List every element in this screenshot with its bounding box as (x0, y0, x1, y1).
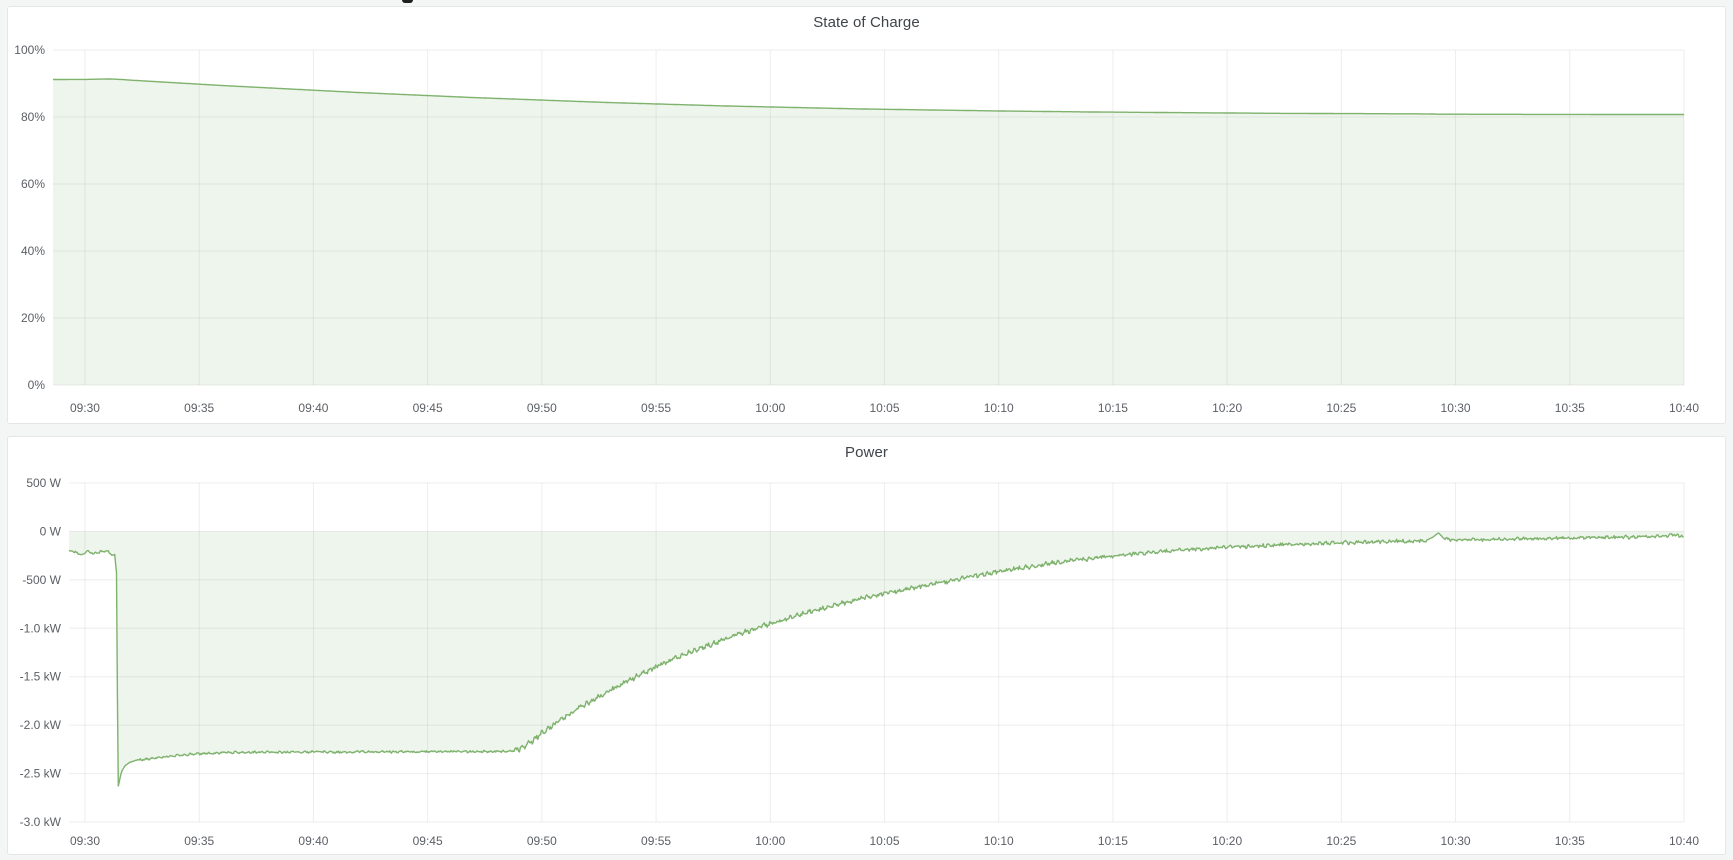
x-tick-label: 10:20 (1212, 834, 1242, 848)
x-tick-label: 10:05 (869, 834, 899, 848)
x-tick-label: 10:05 (869, 401, 899, 415)
y-tick-label: 0 W (40, 524, 62, 538)
x-tick-label: 10:40 (1669, 834, 1699, 848)
x-tick-label: 09:30 (70, 834, 100, 848)
y-tick-label: -500 W (22, 573, 61, 587)
dashboard: State of Charge 100%80%60%40%20%0%09:300… (0, 0, 1733, 860)
x-tick-label: 09:35 (184, 834, 214, 848)
x-tick-label: 10:20 (1212, 401, 1242, 415)
x-tick-label: 09:50 (527, 401, 557, 415)
state-of-charge-chart[interactable]: 100% 80% 60% 40% 20% 0% 09:30 09:35 09:40 09:45 09… (8, 7, 1725, 423)
y-tick-label: -2.0 kW (20, 718, 62, 732)
series-fill (53, 79, 1684, 385)
x-tick-label: 09:55 (641, 834, 671, 848)
y-tick-label: -1.5 kW (20, 670, 62, 684)
y-tick-label: -1.0 kW (20, 621, 62, 635)
x-tick-label: 09:45 (413, 834, 443, 848)
x-tick-label: 09:40 (298, 401, 328, 415)
y-tick-label: 0% (28, 378, 46, 392)
x-tick-label: 09:40 (298, 834, 328, 848)
panel-power: Power 500 W0 W-500 W-1.0 kW-1.5 kW-2.0 k… (7, 436, 1726, 855)
x-tick-label: 10:15 (1098, 834, 1128, 848)
y-tick-label: 60% (21, 177, 45, 191)
x-tick-label: 10:15 (1098, 401, 1128, 415)
x-tick-label: 10:30 (1441, 401, 1471, 415)
panel-state-of-charge: State of Charge 100%80%60%40%20%0%09:300… (7, 6, 1726, 424)
y-tick-label: -3.0 kW (20, 815, 62, 829)
x-tick-label: 10:00 (755, 401, 785, 415)
power-chart[interactable]: 500 W 0 W -500 W -1.0 kW -1.5 kW -2.0 kW -2.5 … (8, 437, 1725, 854)
y-tick-label: 500 W (26, 476, 61, 490)
x-tick-label: 09:45 (413, 401, 443, 415)
series-fill (69, 531, 1684, 786)
y-tick-label: 40% (21, 244, 45, 258)
y-tick-label: 20% (21, 311, 45, 325)
screen-edge-artifact (402, 0, 413, 3)
y-tick-label: 80% (21, 110, 45, 124)
x-tick-label: 10:10 (984, 834, 1014, 848)
y-tick-label: 100% (14, 43, 45, 57)
x-tick-label: 10:00 (755, 834, 785, 848)
x-tick-label: 10:30 (1441, 834, 1471, 848)
x-tick-label: 10:35 (1555, 834, 1585, 848)
x-tick-label: 10:25 (1326, 401, 1356, 415)
x-tick-label: 09:30 (70, 401, 100, 415)
x-tick-label: 09:55 (641, 401, 671, 415)
x-tick-label: 10:25 (1326, 834, 1356, 848)
x-tick-label: 10:40 (1669, 401, 1699, 415)
x-tick-label: 10:35 (1555, 401, 1585, 415)
x-tick-label: 09:50 (527, 834, 557, 848)
x-tick-label: 10:10 (984, 401, 1014, 415)
x-tick-label: 09:35 (184, 401, 214, 415)
y-tick-label: -2.5 kW (20, 767, 62, 781)
